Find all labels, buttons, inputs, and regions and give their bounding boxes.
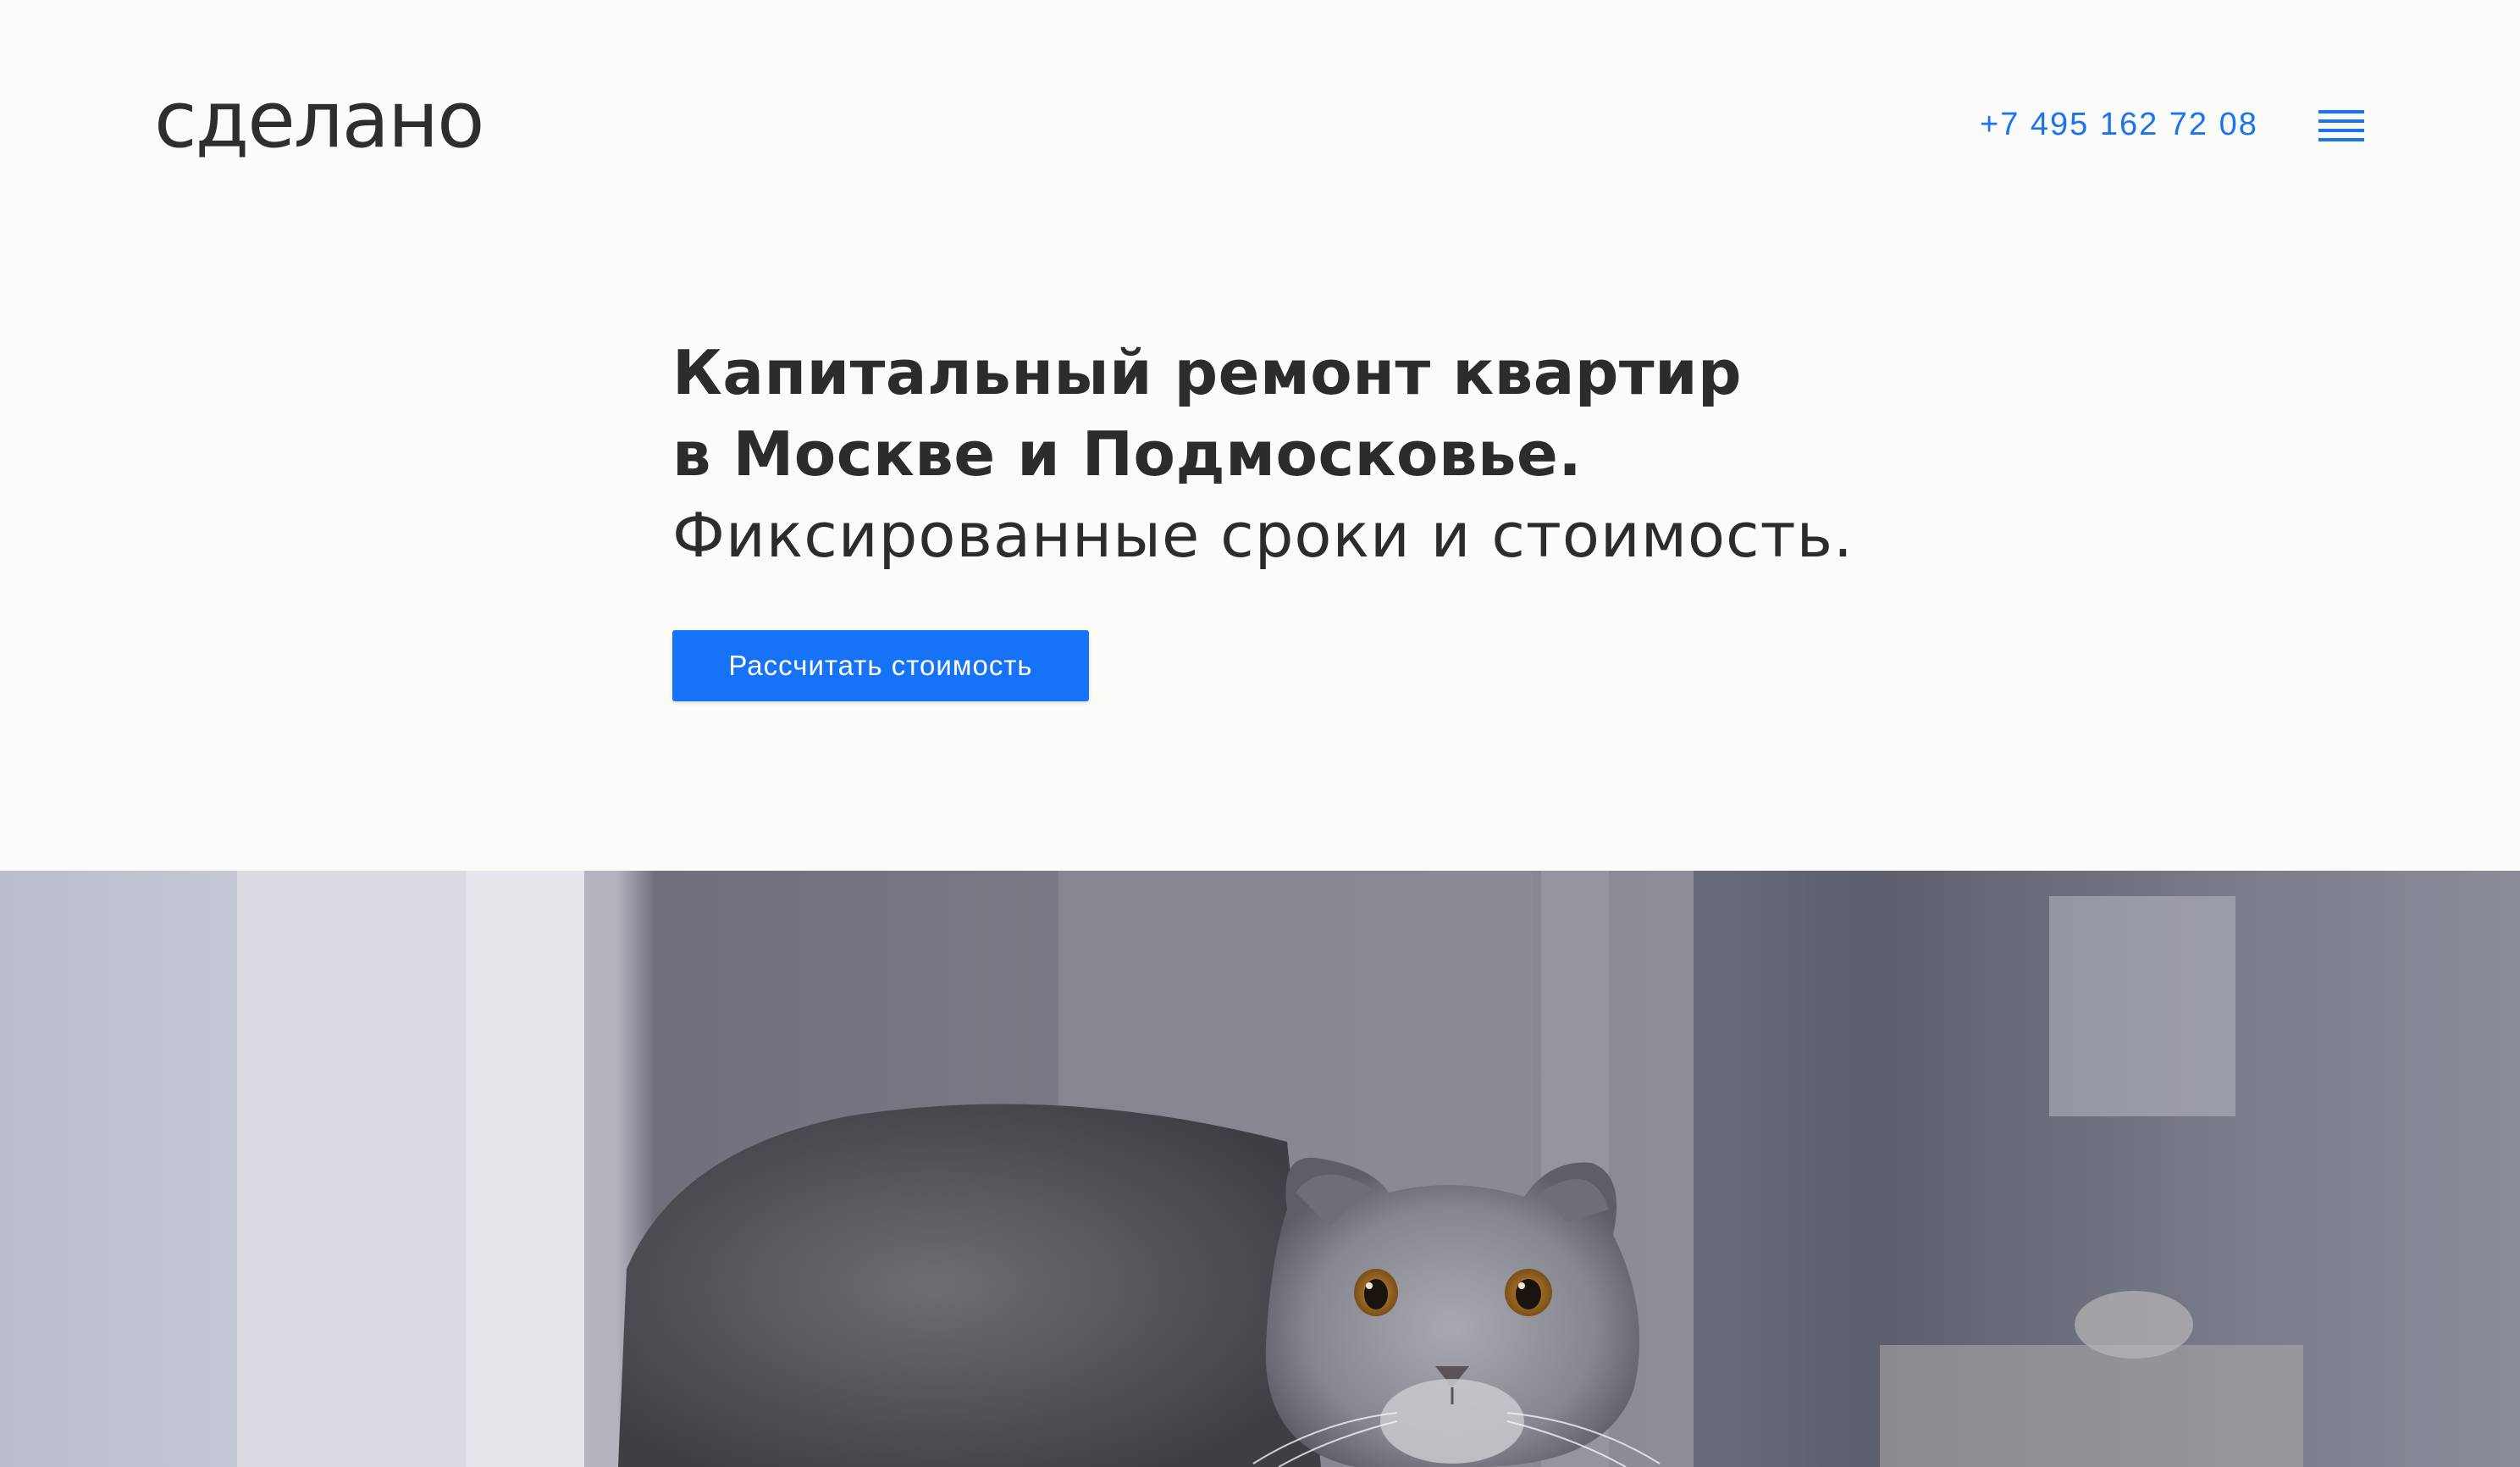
site-logo[interactable]: сделано	[154, 81, 484, 159]
calculate-cost-button[interactable]: Рассчитать стоимость	[672, 630, 1089, 701]
hero-photo	[0, 871, 2520, 1467]
hero-headline: Капитальный ремонт квартир в Москве и По…	[672, 332, 1942, 495]
hamburger-menu-icon[interactable]	[2318, 110, 2364, 142]
cat-photo-illustration	[0, 871, 2520, 1467]
hero-subline: Фиксированные сроки и стоимость.	[672, 500, 1854, 571]
phone-link[interactable]: +7 495 162 72 08	[1980, 108, 2258, 141]
hero-headline-line1: Капитальный ремонт квартир	[672, 337, 1743, 408]
hero-headline-line2: в Москве и Подмосковье.	[672, 418, 1583, 490]
landing-page: сделано +7 495 162 72 08 Капитальный рем…	[0, 0, 2520, 1467]
